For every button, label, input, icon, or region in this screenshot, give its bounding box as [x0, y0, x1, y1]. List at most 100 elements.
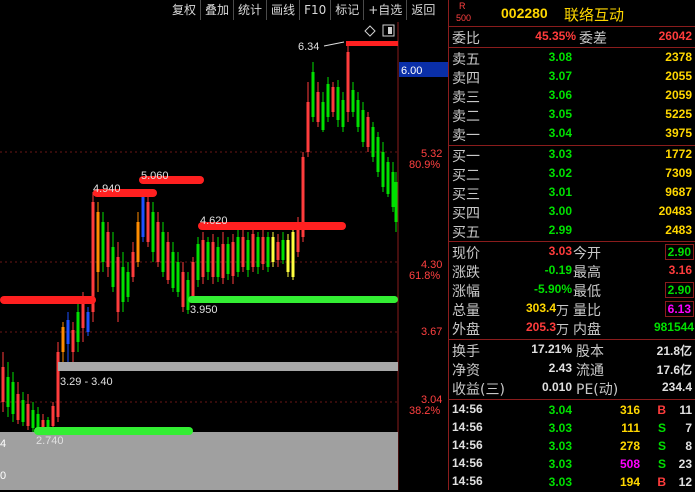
- range-label: 3.29 - 3.40: [60, 376, 113, 388]
- tick-side: B: [657, 475, 666, 489]
- candle-body: [106, 232, 110, 267]
- candle-body: [101, 222, 105, 262]
- tick-price: 3.03: [548, 457, 572, 471]
- ask-row[interactable]: 卖一 3.04 3975: [449, 125, 695, 144]
- candle-body: [151, 212, 155, 252]
- turnover-value: 17.21%: [531, 342, 572, 356]
- tick-count: 23: [678, 457, 692, 471]
- low-label: 最低: [573, 284, 601, 300]
- candle-body: [116, 257, 120, 312]
- fuquan-button[interactable]: 复权: [168, 0, 200, 20]
- candle-body: [181, 272, 185, 307]
- candle-body: [371, 127, 375, 157]
- tick-time: 14:56: [452, 420, 483, 434]
- diamond-icon[interactable]: [364, 25, 376, 37]
- candle-body: [376, 137, 380, 172]
- draw-line-button[interactable]: 画线: [266, 0, 299, 20]
- ask-row[interactable]: 卖二 3.05 5225: [449, 106, 695, 125]
- change-value: -0.19: [544, 263, 572, 277]
- bid-price: 3.00: [548, 204, 572, 218]
- bid-price: 3.03: [548, 147, 572, 161]
- tick-volume: 316: [619, 403, 640, 417]
- candle-body: [236, 237, 240, 272]
- tick-count: 7: [685, 421, 692, 435]
- bid-volume: 9687: [665, 185, 692, 199]
- commit-diff-value: 26042: [658, 29, 692, 43]
- kline-chart[interactable]: 6.34 4.940 5.060 4.620 3.950 3.29 - 3.40…: [0, 22, 448, 490]
- candle-body: [336, 87, 340, 120]
- tick-volume: 508: [619, 457, 640, 471]
- f10-button[interactable]: F10: [299, 0, 330, 20]
- restore-window-icon[interactable]: [382, 24, 395, 37]
- tick-time: 14:56: [452, 456, 483, 470]
- candle-body: [161, 232, 165, 272]
- candle-body: [271, 237, 275, 262]
- candle-body: [241, 237, 245, 267]
- ask-level-label: 卖四: [452, 71, 480, 87]
- resistance-label-4940: 4.940: [93, 183, 121, 195]
- overlay-button[interactable]: 叠加: [200, 0, 233, 20]
- candle-body: [356, 100, 360, 127]
- back-button[interactable]: 返回: [406, 0, 439, 20]
- candle-body: [216, 247, 220, 277]
- axis-label-80-9: 80.9%: [409, 159, 440, 171]
- eps-label: 收益(三): [452, 382, 505, 398]
- candle-body: [361, 110, 365, 142]
- ask-row[interactable]: 卖三 3.06 2059: [449, 87, 695, 106]
- volume-unit: 万: [556, 304, 570, 319]
- pe-label: PE(动): [576, 382, 619, 398]
- tick-row: 14:56 3.03 508 S 23: [449, 456, 695, 474]
- candle-body: [191, 262, 195, 297]
- ask-row[interactable]: 卖四 3.07 2055: [449, 68, 695, 87]
- candle-body: [81, 304, 85, 328]
- ask-volume: 3975: [665, 126, 692, 140]
- ask-row[interactable]: 卖五 3.08 2378: [449, 49, 695, 68]
- candle-body: [1, 367, 5, 402]
- add-watchlist-button[interactable]: +自选: [363, 0, 406, 20]
- candle-body: [311, 72, 315, 117]
- statistics-button[interactable]: 统计: [233, 0, 266, 20]
- bid-row[interactable]: 买一 3.03 1772: [449, 146, 695, 165]
- bid-level-label: 买四: [452, 206, 480, 222]
- candle-body: [321, 102, 325, 130]
- low-price-label: 2.740: [36, 435, 64, 447]
- range-band-upper: [58, 362, 398, 371]
- tick-price: 3.04: [548, 403, 572, 417]
- bid-row[interactable]: 买二 3.02 7309: [449, 165, 695, 184]
- candle-body: [86, 312, 90, 332]
- kline-chart-svg: 6.34 4.940 5.060 4.620 3.950 3.29 - 3.40…: [0, 22, 448, 490]
- inner-label: 内盘: [573, 322, 601, 338]
- tick-price: 3.03: [548, 475, 572, 489]
- candle-body: [256, 237, 260, 267]
- tick-volume: 278: [619, 439, 640, 453]
- candle-body: [61, 327, 65, 352]
- mark-button[interactable]: 标记: [330, 0, 363, 20]
- outer-value: 205.3: [525, 320, 556, 334]
- commit-row: 委比 45.35% 委差 26042: [449, 28, 695, 47]
- candle-body: [391, 172, 395, 207]
- candle-body: [96, 212, 100, 272]
- tick-side: S: [657, 439, 666, 453]
- ask-volume: 2055: [665, 69, 692, 83]
- capital-value: 21.8亿: [656, 344, 692, 358]
- outer-unit: 万: [556, 323, 570, 338]
- volume-label-top: 4: [0, 438, 6, 450]
- resistance-label-5060: 5.060: [141, 170, 169, 182]
- candle-body: [276, 242, 280, 260]
- now-label: 现价: [452, 246, 480, 262]
- resistance-bar-high: [346, 41, 398, 46]
- candle-body: [51, 406, 55, 426]
- candle-body: [231, 242, 235, 276]
- candle-body: [71, 330, 75, 352]
- bid-row[interactable]: 买四 3.00 20483: [449, 203, 695, 222]
- bid-row[interactable]: 买三 3.01 9687: [449, 184, 695, 203]
- float-label: 流通: [576, 363, 604, 379]
- ask-price: 3.08: [548, 50, 572, 64]
- fund-row-turnover: 换手 17.21% 股本 21.8亿: [449, 341, 695, 360]
- tick-time: 14:56: [452, 402, 483, 416]
- bid-level-label: 买五: [452, 225, 480, 241]
- eps-value: 0.010: [541, 380, 572, 394]
- candle-body: [381, 152, 385, 187]
- bid-row[interactable]: 买五 2.99 2483: [449, 222, 695, 241]
- divider: [449, 339, 695, 340]
